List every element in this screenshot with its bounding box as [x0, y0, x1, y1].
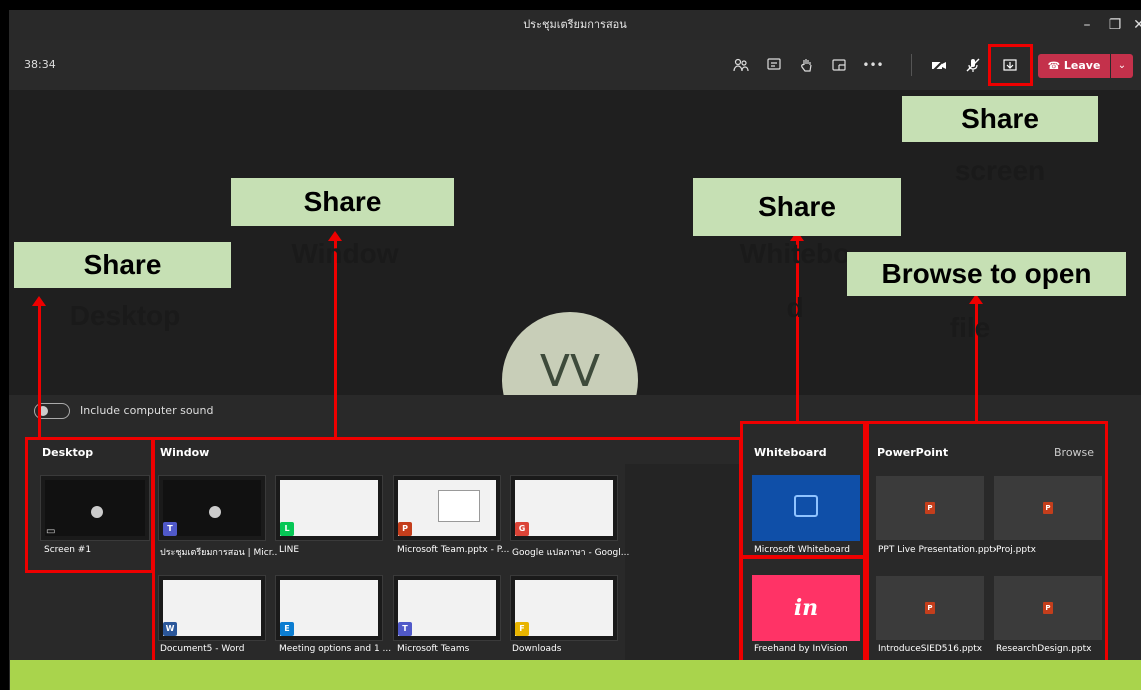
rooms-icon[interactable] — [827, 53, 851, 77]
annotation-share-screen-sub: screen — [954, 155, 1046, 186]
toolbar-divider — [911, 54, 912, 76]
mic-off-icon[interactable] — [961, 53, 985, 77]
annotation-share-screen: Share — [902, 96, 1098, 142]
more-icon[interactable]: ••• — [861, 53, 885, 77]
powerpoint-highlight-box — [866, 421, 1108, 663]
leave-button[interactable]: ☎ Leave — [1038, 54, 1110, 78]
invision-highlight-box — [740, 556, 866, 663]
participants-icon[interactable] — [729, 53, 753, 77]
hangup-icon: ☎ — [1047, 61, 1061, 72]
annotation-browse-file: Browse to open — [847, 252, 1126, 296]
leave-label: Leave — [1063, 59, 1101, 72]
slide-bottom-bar — [10, 660, 1141, 690]
meeting-timer: 38:34 — [24, 58, 56, 71]
annotation-share-desktop-sub: Desktop — [69, 300, 181, 331]
participant-avatar: VV — [502, 312, 638, 395]
camera-off-icon[interactable] — [927, 53, 951, 77]
share-button-highlight-box — [988, 44, 1033, 86]
desktop-highlight-box — [25, 437, 154, 573]
window-highlight-box — [152, 437, 742, 663]
close-button[interactable]: ✕ — [1125, 10, 1141, 40]
annotation-share-window: Share — [231, 178, 454, 226]
annotation-share-desktop: Share — [14, 242, 231, 288]
whiteboard-highlight-box — [740, 421, 866, 558]
raise-hand-icon[interactable] — [795, 53, 819, 77]
annotation-browse-file-sub: file — [949, 312, 991, 343]
chat-icon[interactable] — [762, 53, 786, 77]
window-title: ประชุมเตรียมการสอน — [523, 18, 627, 31]
include-sound-label: Include computer sound — [80, 404, 214, 417]
annotation-share-whiteboard: Share — [693, 178, 901, 236]
annotation-share-whiteboard-sub2: d — [786, 292, 804, 323]
minimize-button[interactable]: – — [1073, 10, 1101, 40]
annotation-share-window-sub: Window — [291, 238, 399, 269]
leave-options-chevron-icon[interactable]: ⌄ — [1111, 54, 1133, 78]
meeting-control-bar: 38:34 ••• ☎ Leave ⌄ — [9, 40, 1141, 90]
